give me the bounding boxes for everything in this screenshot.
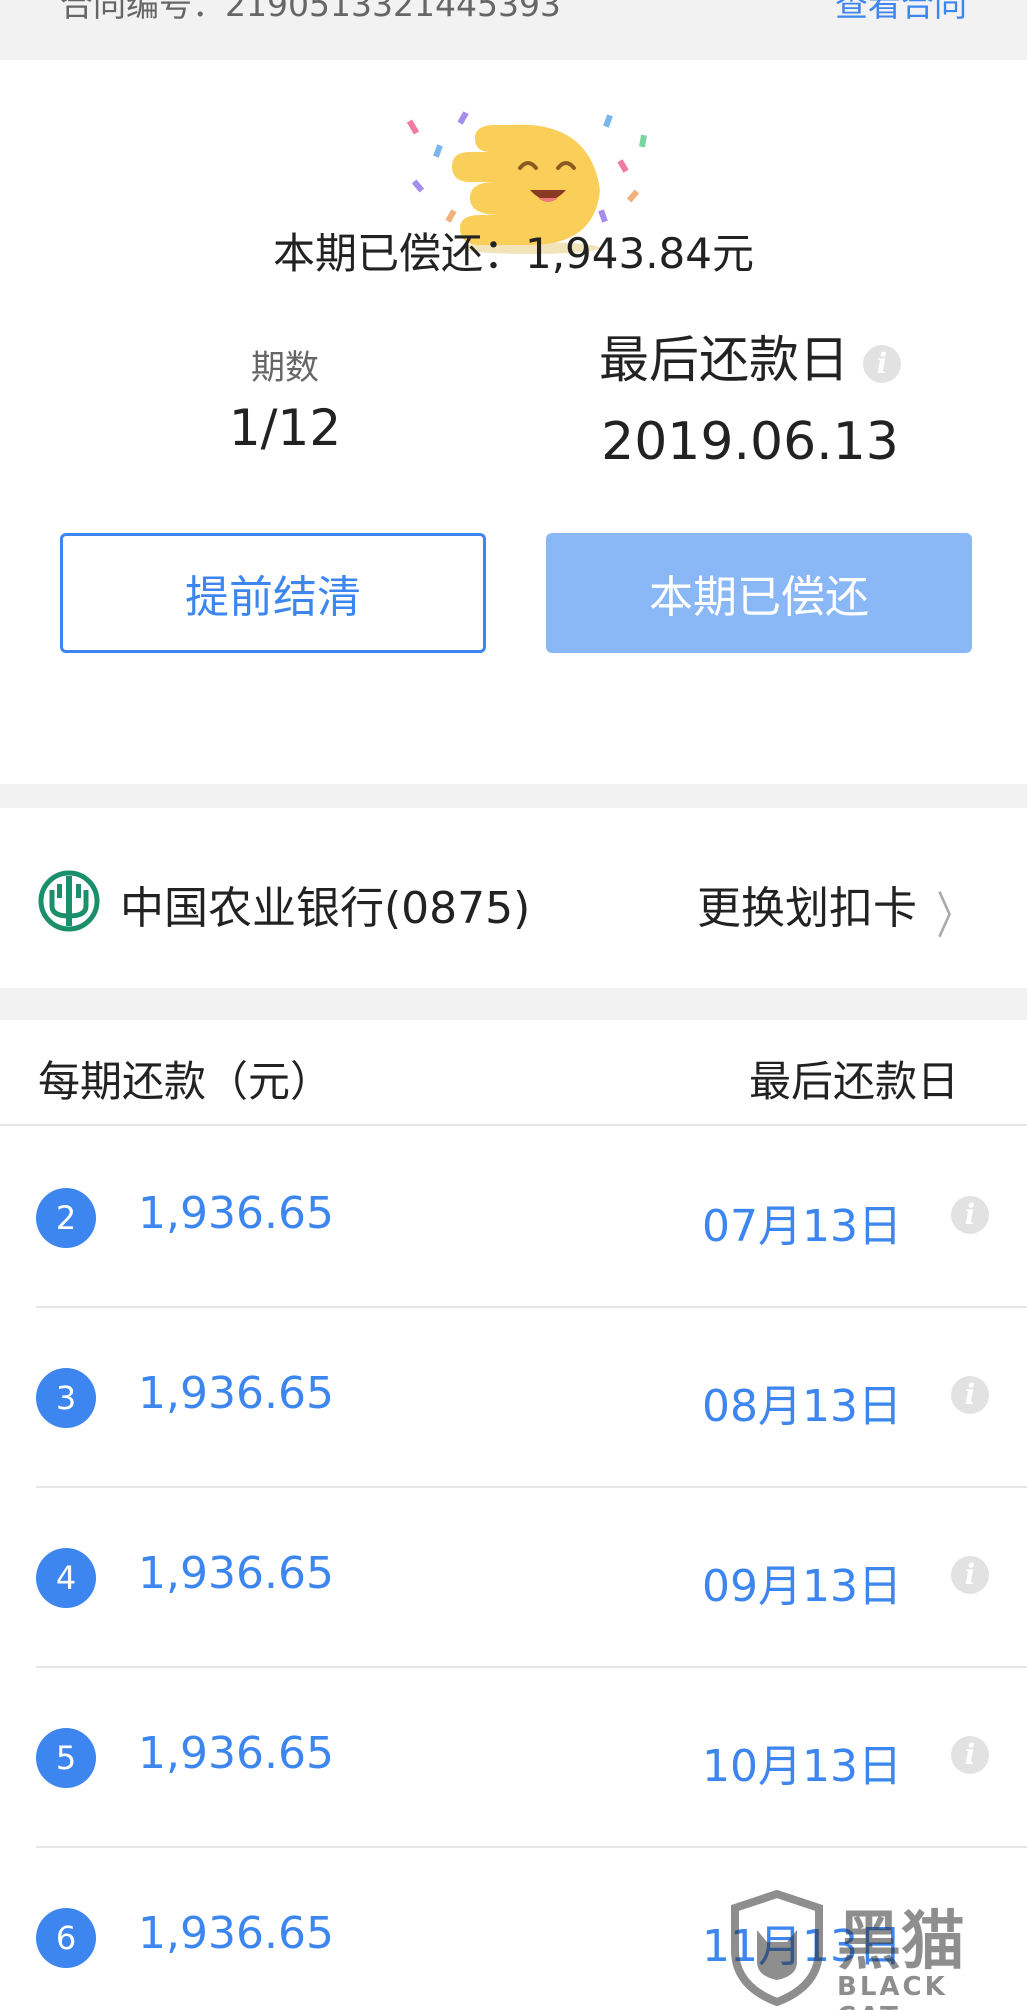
shield-cat-icon [731,1889,823,2007]
installment-amount: 1,936.65 [138,1728,334,1779]
paid-amount-text: 本期已偿还：1,943.84元 [272,229,755,278]
contract-number: 合同编号：2190513321445393 [60,0,561,24]
abc-bank-logo-icon [38,870,100,932]
schedule-header-due: 最后还款日 [748,1057,959,1106]
period-value: 1/12 [228,399,342,457]
change-card-link[interactable]: 更换划扣卡 [697,872,917,936]
info-icon[interactable]: i [951,1736,989,1774]
settle-early-button[interactable]: 提前结清 [60,533,486,653]
info-icon[interactable]: i [951,1196,989,1234]
installment-due-date: 09月13日 [702,1561,902,1612]
due-label-row: 最后还款日 i [560,320,940,392]
due-label: 最后还款日 [599,331,849,389]
installment-due-date: 10月13日 [702,1741,902,1792]
installment-amount: 1,936.65 [138,1548,334,1599]
schedule-row[interactable]: 4 1,936.65 09月13日 i [0,1488,1027,1668]
period-number-badge: 2 [36,1188,96,1248]
schedule-header-amount: 每期还款（元） [38,1057,333,1106]
schedule-row[interactable]: 5 1,936.65 10月13日 i [0,1668,1027,1848]
info-icon[interactable]: i [951,1556,989,1594]
view-contract-link[interactable]: 查看合同 [835,0,967,26]
black-cat-watermark: 黑猫 BLACK CAT [727,1889,1007,2010]
schedule-row[interactable]: 2 1,936.65 07月13日 i [0,1128,1027,1308]
watermark-subtext: BLACK CAT [837,1972,948,2010]
period-number-badge: 6 [36,1908,96,1968]
chevron-right-icon[interactable]: 〉 [937,876,972,948]
period-number-badge: 5 [36,1728,96,1788]
period-label: 期数 [251,348,319,388]
watermark-text: 黑猫 [837,1905,965,1979]
period-block: 期数 1/12 [120,340,450,457]
paid-status-button: 本期已偿还 [546,533,972,653]
info-icon[interactable]: i [863,344,901,383]
installment-amount: 1,936.65 [138,1188,334,1239]
due-value: 2019.06.13 [601,412,899,472]
period-number-badge: 3 [36,1368,96,1428]
installment-due-date: 07月13日 [702,1201,902,1252]
due-date-block: 最后还款日 i 2019.06.13 [560,320,940,472]
info-icon[interactable]: i [951,1376,989,1414]
bank-name: 中国农业银行(0875) [120,883,531,934]
installment-amount: 1,936.65 [138,1368,334,1419]
period-number-badge: 4 [36,1548,96,1608]
installment-due-date: 08月13日 [702,1381,902,1432]
schedule-row[interactable]: 3 1,936.65 08月13日 i [0,1308,1027,1488]
installment-amount: 1,936.65 [138,1908,334,1959]
